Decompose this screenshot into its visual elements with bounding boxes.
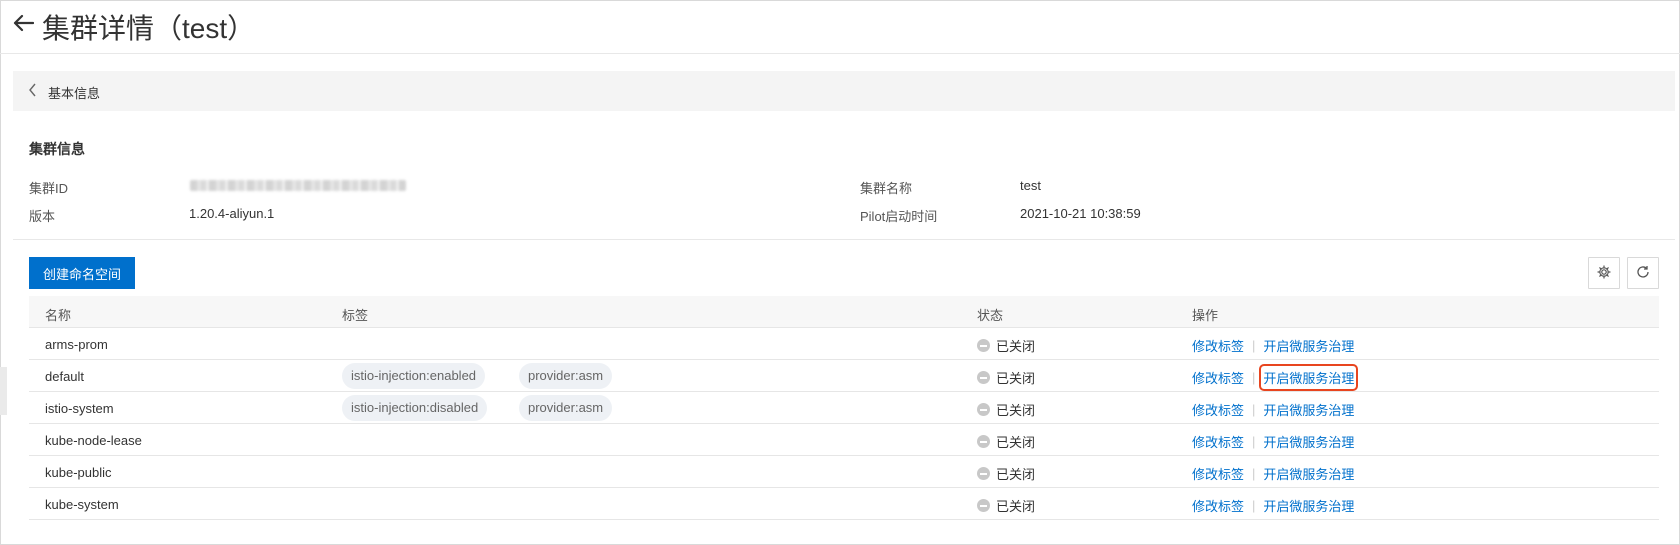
status-closed-icon: [977, 467, 990, 480]
table-row: kube-system 已关闭 修改标签 | 开启微服务治理: [29, 488, 1659, 520]
edit-labels-link[interactable]: 修改标签: [1192, 368, 1244, 387]
status-text: 已关闭: [996, 467, 1036, 482]
action-separator: |: [1252, 466, 1256, 481]
tag-badge: istio-injection:enabled: [342, 363, 486, 389]
cluster-id-label: 集群ID: [29, 181, 69, 196]
status-text: 已关闭: [996, 403, 1036, 418]
actions-cell: 修改标签 | 开启微服务治理: [1192, 464, 1354, 483]
action-separator: |: [1252, 498, 1256, 513]
chevron-left-icon[interactable]: [28, 83, 40, 97]
side-collapse-handle[interactable]: [0, 367, 7, 415]
settings-button[interactable]: [1588, 257, 1620, 289]
action-separator: |: [1252, 338, 1256, 353]
table-row: kube-node-lease 已关闭 修改标签 | 开启微服务治理: [29, 424, 1659, 456]
edit-labels-link[interactable]: 修改标签: [1192, 464, 1244, 483]
cluster-info-title: 集群信息: [29, 141, 85, 157]
action-separator: |: [1252, 434, 1256, 449]
column-header-name: 名称: [45, 308, 72, 323]
status-cell: 已关闭: [977, 400, 1035, 419]
table-header: 名称 标签 状态 操作: [29, 296, 1659, 328]
edit-labels-link[interactable]: 修改标签: [1192, 432, 1244, 451]
status-text: 已关闭: [996, 499, 1036, 514]
cluster-id-value-redacted: [190, 180, 406, 191]
status-cell: 已关闭: [977, 368, 1035, 387]
divider: [13, 239, 1675, 240]
status-closed-icon: [977, 339, 990, 352]
column-header-tags: 标签: [342, 308, 369, 323]
version-label: 版本: [29, 209, 56, 224]
action-separator: |: [1252, 402, 1256, 417]
page-title: 集群详情（test）: [42, 13, 256, 44]
refresh-button[interactable]: [1627, 257, 1659, 289]
enable-microservice-governance-link[interactable]: 开启微服务治理: [1263, 336, 1354, 355]
enable-microservice-governance-link[interactable]: 开启微服务治理: [1263, 400, 1354, 419]
actions-cell: 修改标签 | 开启微服务治理: [1192, 336, 1354, 355]
cluster-name-label: 集群名称: [860, 181, 913, 196]
namespace-table: 名称 标签 状态 操作 arms-prom 已关闭 修改标签 | 开启微服务治理…: [29, 296, 1659, 520]
table-row: arms-prom 已关闭 修改标签 | 开启微服务治理: [29, 328, 1659, 360]
column-header-actions: 操作: [1192, 308, 1219, 323]
status-text: 已关闭: [996, 435, 1036, 450]
table-row: default istio-injection:enabled provider…: [29, 360, 1659, 392]
enable-microservice-governance-link[interactable]: 开启微服务治理: [1259, 364, 1359, 391]
status-text: 已关闭: [996, 371, 1036, 386]
namespace-name: istio-system: [45, 401, 114, 416]
pilot-start-time-value: 2021-10-21 10:38:59: [1020, 206, 1141, 221]
status-closed-icon: [977, 403, 990, 416]
status-cell: 已关闭: [977, 464, 1035, 483]
enable-microservice-governance-link[interactable]: 开启微服务治理: [1263, 496, 1354, 515]
pilot-start-time-label: Pilot启动时间: [860, 209, 938, 224]
refresh-icon: [1636, 265, 1650, 282]
section-bar-basic-info[interactable]: 基本信息: [13, 71, 1675, 111]
enable-microservice-governance-link[interactable]: 开启微服务治理: [1263, 464, 1354, 483]
page-header: 集群详情（test）: [0, 0, 1680, 54]
actions-cell: 修改标签 | 开启微服务治理: [1192, 432, 1354, 451]
tag-badge: provider:asm: [519, 363, 613, 389]
status-closed-icon: [977, 371, 990, 384]
status-cell: 已关闭: [977, 496, 1035, 515]
status-cell: 已关闭: [977, 336, 1035, 355]
version-value: 1.20.4-aliyun.1: [189, 206, 275, 221]
status-closed-icon: [977, 499, 990, 512]
namespace-name: kube-node-lease: [45, 433, 142, 448]
edit-labels-link[interactable]: 修改标签: [1192, 400, 1244, 419]
status-text: 已关闭: [996, 339, 1036, 354]
actions-cell: 修改标签 | 开启微服务治理: [1192, 400, 1354, 419]
tag-badge: provider:asm: [519, 395, 613, 421]
table-row: istio-system istio-injection:disabled pr…: [29, 392, 1659, 424]
namespace-name: arms-prom: [45, 337, 108, 352]
section-label: 基本信息: [48, 86, 101, 101]
action-separator: |: [1252, 370, 1256, 385]
actions-cell: 修改标签 | 开启微服务治理: [1192, 496, 1354, 515]
status-closed-icon: [977, 435, 990, 448]
edit-labels-link[interactable]: 修改标签: [1192, 496, 1244, 515]
edit-labels-link[interactable]: 修改标签: [1192, 336, 1244, 355]
enable-microservice-governance-link[interactable]: 开启微服务治理: [1263, 432, 1354, 451]
tag-badge: istio-injection:disabled: [342, 395, 488, 421]
cluster-name-value: test: [1020, 178, 1041, 193]
column-header-status: 状态: [977, 308, 1004, 323]
create-namespace-button[interactable]: 创建命名空间: [29, 257, 135, 289]
namespace-name: kube-system: [45, 497, 119, 512]
back-arrow-icon[interactable]: [11, 10, 35, 36]
actions-cell: 修改标签 | 开启微服务治理: [1192, 364, 1359, 391]
gear-icon: [1597, 264, 1611, 282]
status-cell: 已关闭: [977, 432, 1035, 451]
namespace-name: kube-public: [45, 465, 112, 480]
namespace-name: default: [45, 369, 85, 384]
table-row: kube-public 已关闭 修改标签 | 开启微服务治理: [29, 456, 1659, 488]
